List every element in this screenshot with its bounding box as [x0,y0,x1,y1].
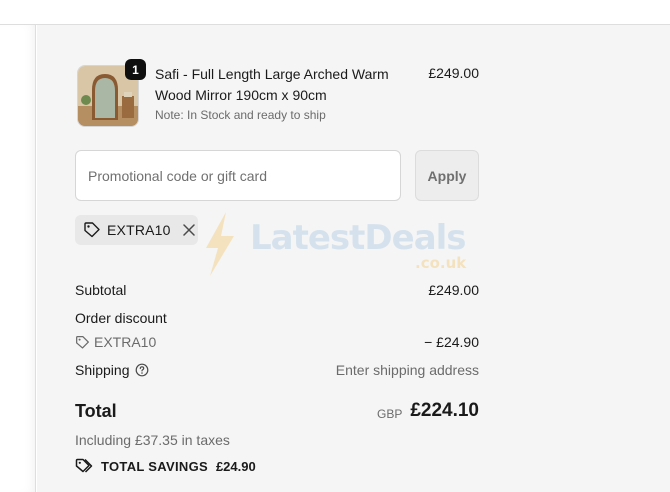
total-savings-value: £24.90 [215,458,256,474]
promo-code-input[interactable] [75,150,401,201]
total-label: Total [75,401,117,421]
product-name: Safi - Full Length Large Arched Warm Woo… [155,66,389,103]
left-pane [0,25,36,492]
tag-icon [75,335,90,350]
taxes-note: Including £37.35 in taxes [75,432,230,448]
total-savings-label: TOTAL SAVINGS [101,458,208,474]
shipping-label-group: Shipping [75,362,149,378]
remove-discount-button[interactable] [181,222,197,238]
total-amount: £224.10 [410,400,479,421]
subtotal-row: Subtotal £249.00 [75,282,479,302]
subtotal-value: £249.00 [428,282,479,298]
subtotal-label: Subtotal [75,282,127,298]
tags-icon [75,458,93,474]
total-currency: GBP [377,407,403,421]
product-price: £249.00 [428,65,479,81]
discount-code-text: EXTRA10 [94,334,157,350]
apply-button[interactable]: Apply [415,150,479,201]
close-icon [182,224,195,236]
applied-discount-chip: EXTRA10 [75,215,198,245]
quantity-badge: 1 [125,59,146,80]
question-circle-icon[interactable] [135,363,149,377]
product-note: Note: In Stock and ready to ship [155,108,326,122]
shipping-label: Shipping [75,362,130,378]
discount-code-label: EXTRA10 [107,222,171,238]
shipping-row: Shipping Enter shipping address [75,362,479,382]
discount-code-row: EXTRA10 − £24.90 [75,334,479,354]
discount-value: − £24.90 [424,334,479,350]
order-discount-label: Order discount [75,310,167,326]
order-discount-row: Order discount [75,310,479,330]
shipping-value: Enter shipping address [335,362,479,378]
top-bar [0,0,670,25]
total-savings: TOTAL SAVINGS £24.90 [75,458,256,474]
tag-icon [83,221,101,239]
discount-code-line: EXTRA10 [75,334,156,350]
